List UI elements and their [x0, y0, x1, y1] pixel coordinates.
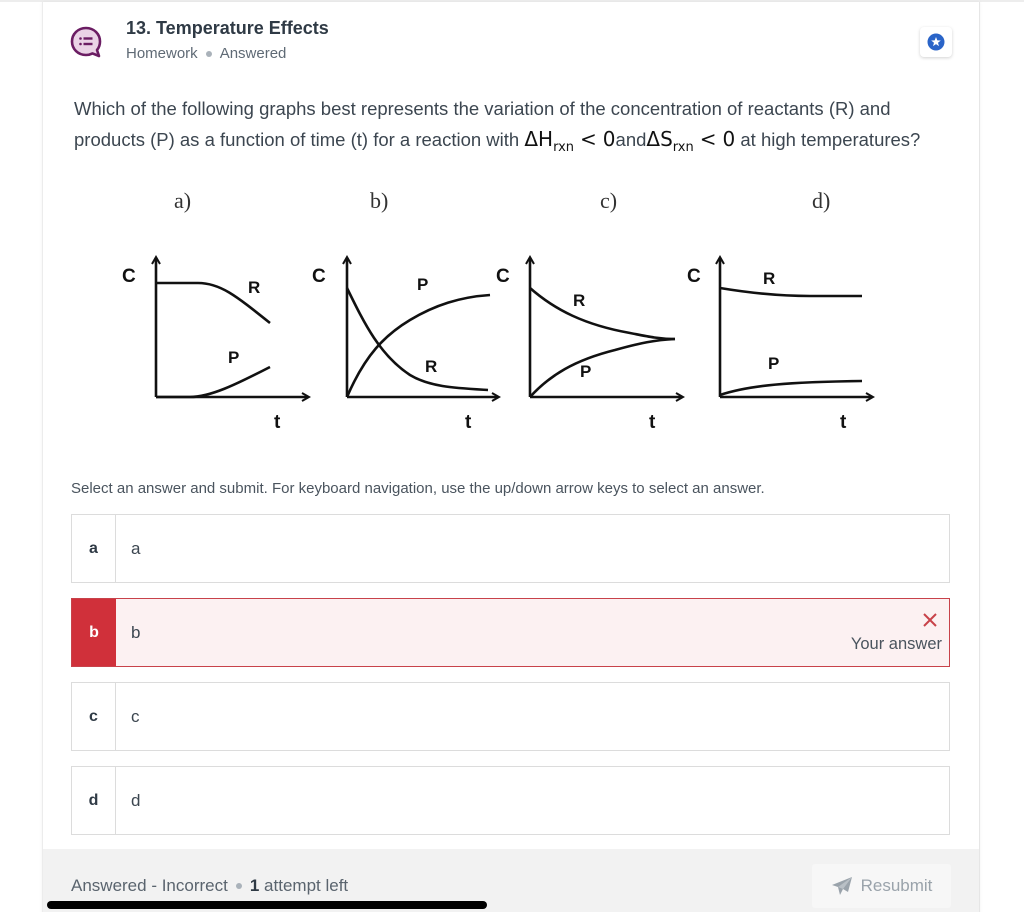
answer-result: Your answer [851, 609, 942, 654]
graph-c-curve-r [529, 287, 676, 341]
graph-c-x-label: t [649, 412, 656, 433]
result-status: Answered - Incorrect [71, 876, 228, 895]
answer-option-a[interactable]: a a [71, 514, 950, 583]
graph-a-curve-r-label: R [248, 278, 260, 297]
enthalpy-expression: ΔHrxn <0 [524, 127, 616, 155]
option-label: b [131, 622, 141, 642]
entropy-expression: ΔSrxn <0 [646, 127, 736, 155]
delta-s-subscript: rxn [672, 140, 694, 155]
option-key: c [72, 683, 116, 750]
option-key: b [72, 599, 116, 666]
attempts-count: 1 [249, 876, 260, 895]
question-title: 13. Temperature Effects [126, 18, 329, 38]
less-than: < [699, 127, 717, 151]
graph-d-curve-p-label: P [768, 354, 779, 373]
graph-a-x-label: t [274, 412, 281, 433]
option-label: c [131, 706, 140, 726]
graph-b: b) C t P R [312, 188, 498, 433]
resubmit-label: Resubmit [860, 876, 933, 895]
graph-d-curve-r [719, 286, 862, 298]
graph-b-x-label: t [465, 412, 472, 433]
graph-d-y-label: C [687, 266, 701, 287]
graph-a-curve-p [156, 365, 271, 399]
graph-a-label: a) [174, 188, 191, 213]
graph-a-curve-p-label: P [228, 348, 239, 367]
graph-c-y-label: C [496, 266, 510, 287]
answer-option-b[interactable]: b b Your answer [71, 598, 950, 667]
graph-d-x-label: t [840, 412, 847, 433]
attempts-remaining: 1 attempt left [250, 876, 348, 896]
graph-d-label: d) [812, 188, 830, 213]
option-key: d [72, 767, 116, 834]
graph-b-curve-p-label: P [417, 275, 428, 294]
answer-option-d[interactable]: d d [71, 766, 950, 835]
graph-b-label: b) [370, 188, 388, 213]
question-meta: Homework Answered [126, 45, 286, 62]
zero-value: 0 [722, 127, 736, 151]
home-indicator-bar [47, 901, 487, 909]
option-label: a [131, 538, 141, 558]
resubmit-button[interactable]: Resubmit [812, 864, 951, 908]
graph-b-curve-r-label: R [425, 357, 437, 376]
graph-a-y-label: C [122, 266, 136, 287]
graph-c-curve-p-label: P [580, 362, 591, 381]
graph-c: c) C t R P [496, 188, 682, 433]
graph-c-curve-r-label: R [573, 291, 585, 310]
graph-c-curve-p [529, 337, 676, 398]
submission-status: Answered - Incorrect 1 attempt left [71, 876, 348, 896]
question-bubble-icon [69, 25, 103, 59]
your-answer-label: Your answer [850, 635, 942, 653]
graph-b-curve-p [345, 293, 491, 398]
graph-b-y-label: C [312, 266, 326, 287]
delta-s-symbol: ΔS [646, 127, 673, 151]
question-text-part2: at high temperatures? [740, 129, 921, 150]
assignment-type: Homework [126, 45, 198, 62]
graph-d: d) C t R P [687, 188, 872, 433]
star-icon [927, 33, 945, 51]
x-icon [922, 609, 938, 633]
separator-dot [205, 50, 212, 57]
and-word: and [615, 129, 647, 150]
paper-plane-icon [831, 877, 852, 895]
delta-h-subscript: rxn [553, 140, 575, 155]
option-label: d [131, 790, 141, 810]
graph-d-curve-p [719, 379, 863, 397]
option-key: a [72, 515, 116, 582]
answer-option-c[interactable]: c c [71, 682, 950, 751]
zero-value: 0 [602, 127, 616, 151]
separator-dot [235, 883, 242, 889]
concentration-graphs-figure: .ax { stroke: #111; stroke-width: 2.6; f… [122, 188, 900, 433]
less-than: < [580, 127, 597, 151]
question-status: Answered [219, 45, 287, 62]
graph-a: a) C t R P [122, 188, 308, 433]
instructions-text: Select an answer and submit. For keyboar… [71, 480, 765, 497]
bookmark-button[interactable] [920, 27, 952, 57]
attempts-text: attempt left [264, 876, 349, 895]
delta-h-symbol: ΔH [524, 127, 554, 151]
graph-d-curve-r-label: R [763, 269, 775, 288]
graph-b-curve-r [345, 287, 489, 392]
graph-c-label: c) [600, 188, 617, 213]
question-text: Which of the following graphs best repre… [74, 93, 954, 163]
